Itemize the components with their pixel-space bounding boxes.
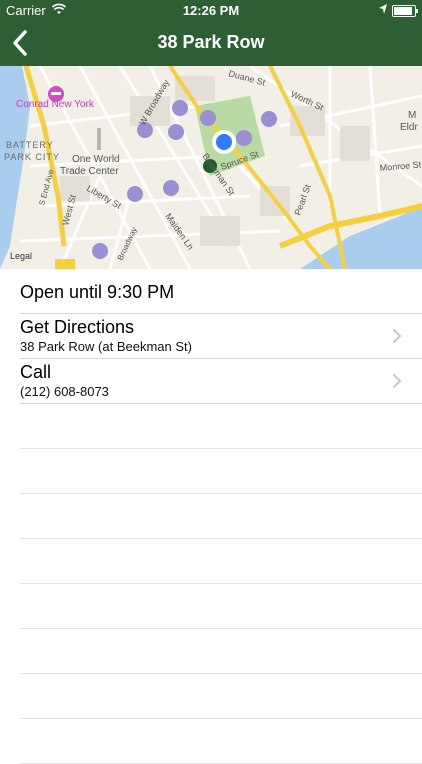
call-row[interactable]: Call (212) 608-8073 [20, 359, 422, 404]
chevron-right-icon [393, 329, 402, 343]
transit-icon[interactable] [261, 111, 277, 127]
map-label-eldr: Eldr [400, 122, 418, 133]
hours-text: Open until 9:30 PM [20, 282, 175, 302]
empty-row [20, 584, 422, 629]
transit-icon[interactable] [127, 186, 143, 202]
map-label-battery-line: BATTERY [6, 140, 54, 150]
map-road-marker [55, 259, 75, 269]
empty-row [20, 449, 422, 494]
map-label-owtc-line1: One World [72, 154, 120, 165]
call-title: Call [20, 362, 52, 382]
empty-row [20, 629, 422, 674]
status-time: 12:26 PM [182, 3, 240, 18]
empty-row [20, 539, 422, 584]
header: Carrier 12:26 PM 38 Park Row [0, 0, 422, 66]
map-label-conrad: Conrad New York [16, 99, 95, 110]
transit-icon[interactable] [236, 130, 252, 146]
empty-row [20, 674, 422, 719]
page-title: 38 Park Row [157, 32, 265, 52]
transit-icon[interactable] [200, 110, 216, 126]
landmark-icon [97, 128, 101, 150]
get-directions-row[interactable]: Get Directions 38 Park Row (at Beekman S… [20, 314, 422, 359]
transit-icon[interactable] [163, 180, 179, 196]
transit-icon[interactable] [172, 100, 188, 116]
map-label-m: M [408, 110, 416, 121]
chevron-right-icon [393, 374, 402, 388]
map-view[interactable]: Conrad New York BATTERY PARK CITY One Wo… [0, 66, 422, 269]
hours-row: Open until 9:30 PM [20, 269, 422, 314]
location-arrow-icon [379, 4, 387, 14]
status-bar: Carrier 12:26 PM [0, 0, 422, 22]
map-label-park-city-line: PARK CITY [4, 152, 60, 162]
phone-number: (212) 608-8073 [20, 384, 109, 399]
address-text: 38 Park Row (at Beekman St) [20, 339, 192, 354]
map-legal-link[interactable]: Legal [10, 251, 32, 261]
empty-row [20, 719, 422, 764]
empty-row [20, 404, 422, 449]
battery-icon [392, 5, 418, 17]
user-location-dot [216, 134, 232, 150]
transit-icon[interactable] [168, 124, 184, 140]
empty-row [20, 494, 422, 539]
map-canvas[interactable]: Conrad New York BATTERY PARK CITY One Wo… [0, 66, 422, 269]
hotel-icon-bed [51, 92, 61, 95]
map-label-owtc-line2: Trade Center [60, 166, 119, 177]
navigation-bar: 38 Park Row [0, 22, 422, 66]
details-list: Open until 9:30 PM Get Directions 38 Par… [0, 269, 422, 764]
transit-icon[interactable] [92, 243, 108, 259]
get-directions-title: Get Directions [20, 317, 135, 337]
